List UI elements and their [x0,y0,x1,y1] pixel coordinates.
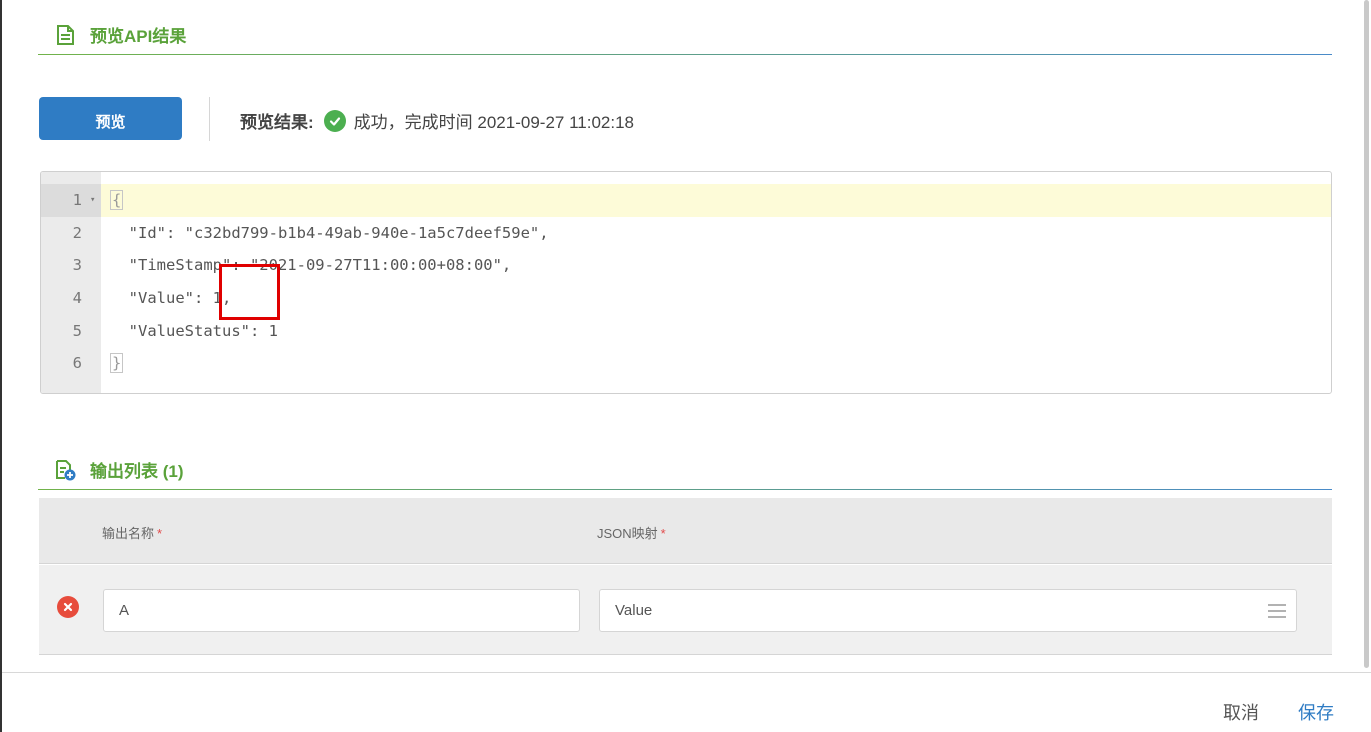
output-section-title: 输出列表 (1) [90,462,184,481]
dialog-footer: 取消 保存 [2,672,1371,732]
line-number: 6 [72,354,82,373]
line-number: 5 [72,321,82,340]
line-number: 3 [72,256,82,275]
json-mapping-input[interactable]: Value [599,589,1297,632]
code-text: "Value": 1, [110,289,232,308]
column-json-mapping: JSON映射 * [597,526,666,541]
check-circle-icon [323,109,346,132]
toolbar-divider [209,97,210,141]
code-text: "ValueStatus": 1 [110,321,278,340]
cancel-button[interactable]: 取消 [1223,699,1259,725]
document-add-icon [56,459,76,480]
column-output-name: 输出名称 * [102,526,163,541]
dialog-frame: 预览API结果 预览 预览结果: 成功，完成时间 2021-09-27 11:0… [0,0,1371,732]
line-number: 4 [72,289,82,308]
vertical-scrollbar[interactable] [1364,0,1369,668]
hamburger-menu-icon[interactable] [1268,603,1286,619]
table-row: A Value [39,565,1332,655]
document-icon [57,24,74,45]
code-line: 6 } [41,347,1331,380]
preview-section-header: 预览API结果 [38,15,1332,55]
code-line: 1 ▾ { [41,184,1331,217]
code-text: "TimeStamp": "2021-09-27T11:00:00+08:00"… [110,256,512,275]
line-number: 2 [72,223,82,242]
output-name-input[interactable]: A [103,589,580,632]
code-text: "Id": "c32bd799-b1b4-49ab-940e-1a5c7deef… [110,223,549,242]
output-section-header: 输出列表 (1) [38,450,1332,490]
json-mapping-value: Value [615,602,653,619]
code-text: { [110,190,124,211]
dialog-content: 预览API结果 预览 预览结果: 成功，完成时间 2021-09-27 11:0… [4,0,1364,672]
annotation-highlight-box [219,264,280,320]
preview-result: 预览结果: 成功，完成时间 2021-09-27 11:02:18 [240,108,634,133]
code-text: } [110,353,124,374]
required-marker: * [157,526,163,541]
code-line: 2 "Id": "c32bd799-b1b4-49ab-940e-1a5c7de… [41,217,1331,250]
preview-button[interactable]: 预览 [39,97,182,140]
remove-circle-icon[interactable] [57,596,79,618]
result-text: 成功，完成时间 2021-09-27 11:02:18 [353,113,634,132]
result-label: 预览结果: [240,113,314,132]
preview-section-title: 预览API结果 [90,27,187,46]
fold-toggle-icon[interactable]: ▾ [90,195,95,205]
output-table-header: 输出名称 * JSON映射 * [39,498,1332,564]
save-button[interactable]: 保存 [1298,699,1334,725]
required-marker: * [660,526,666,541]
